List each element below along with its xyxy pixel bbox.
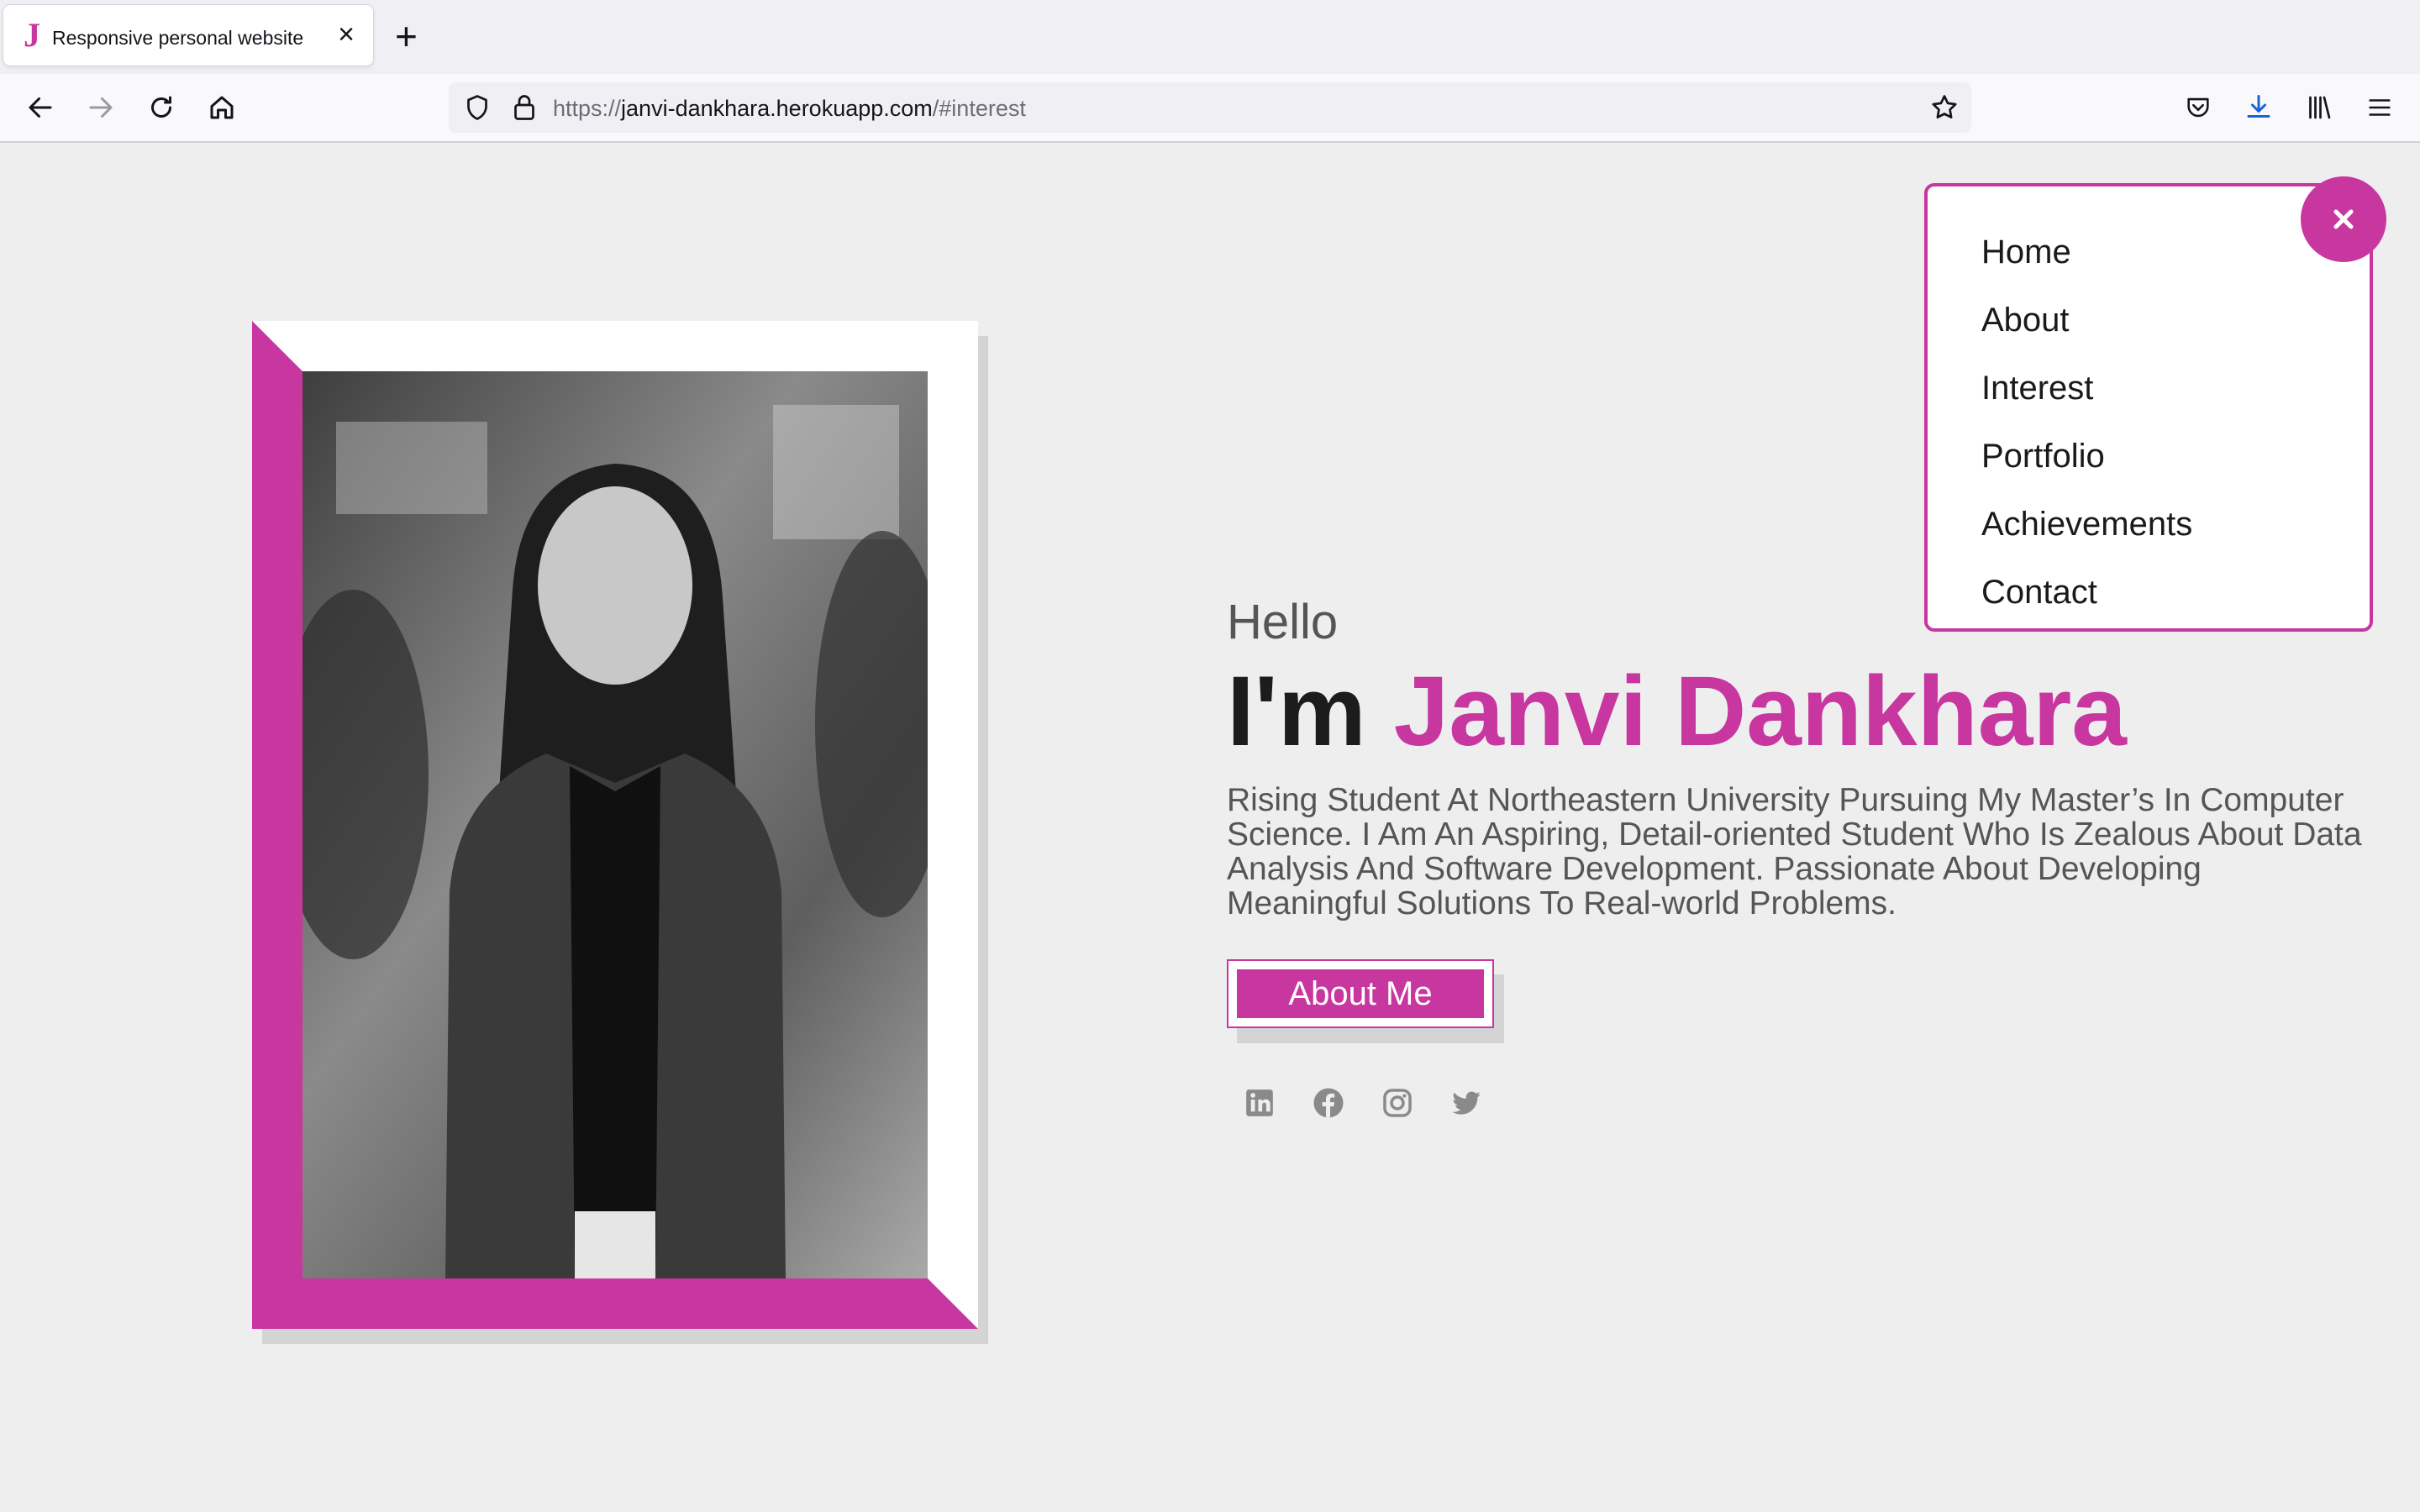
- portrait-frame: [252, 321, 978, 1329]
- hero-section: Hello I'm Janvi Dankhara Rising Student …: [1227, 593, 2370, 1118]
- downloads-icon[interactable]: [2240, 89, 2277, 126]
- tab-title: Responsive personal website: [52, 27, 304, 49]
- url-text[interactable]: https://janvi-dankhara.herokuapp.com/#in…: [553, 96, 1026, 122]
- nav-menu-list: Home About Interest Portfolio Achievemen…: [1981, 218, 2192, 627]
- back-arrow-icon[interactable]: [22, 89, 59, 126]
- browser-tab[interactable]: J Responsive personal website ×: [3, 5, 373, 66]
- linkedin-icon[interactable]: [1242, 1085, 1277, 1121]
- address-bar[interactable]: https://janvi-dankhara.herokuapp.com/#in…: [449, 82, 1971, 133]
- page-title: I'm Janvi Dankhara: [1227, 657, 2370, 766]
- tab-close-icon[interactable]: ×: [338, 20, 355, 49]
- about-me-button-wrap: About Me: [1227, 959, 1504, 1043]
- twitter-icon[interactable]: [1449, 1085, 1484, 1121]
- menu-close-button[interactable]: [2301, 176, 2386, 262]
- facebook-icon[interactable]: [1311, 1085, 1346, 1121]
- reload-icon[interactable]: [143, 89, 180, 126]
- hamburger-menu-icon[interactable]: [2361, 89, 2398, 126]
- nav-item-home[interactable]: Home: [1981, 218, 2192, 286]
- nav-item-portfolio[interactable]: Portfolio: [1981, 423, 2192, 491]
- nav-item-interest[interactable]: Interest: [1981, 354, 2192, 423]
- about-me-button[interactable]: About Me: [1237, 969, 1484, 1018]
- forward-arrow-icon[interactable]: [82, 89, 119, 126]
- bio-text: Rising Student At Northeastern Universit…: [1227, 782, 2362, 921]
- tracking-shield-icon[interactable]: [462, 92, 492, 127]
- instagram-icon[interactable]: [1380, 1085, 1415, 1121]
- intro-text: I'm: [1227, 656, 1394, 767]
- person-silhouette: [302, 371, 928, 1278]
- social-links: [1242, 1085, 1484, 1121]
- nav-item-achievements[interactable]: Achievements: [1981, 491, 2192, 559]
- lock-icon[interactable]: [509, 91, 539, 129]
- new-tab-plus-icon[interactable]: +: [395, 15, 418, 57]
- pocket-icon[interactable]: [2180, 89, 2217, 126]
- name-text: Janvi Dankhara: [1393, 656, 2127, 767]
- nav-menu: Home About Interest Portfolio Achievemen…: [1924, 183, 2373, 632]
- site-favicon-icon: J: [24, 16, 40, 54]
- browser-toolbar: https://janvi-dankhara.herokuapp.com/#in…: [0, 74, 2420, 143]
- home-icon[interactable]: [203, 89, 240, 126]
- close-icon: [2333, 209, 2354, 229]
- profile-photo: [302, 371, 928, 1278]
- library-icon[interactable]: [2301, 89, 2338, 126]
- nav-item-about[interactable]: About: [1981, 286, 2192, 354]
- bookmark-star-icon[interactable]: [1929, 92, 1960, 127]
- browser-tab-strip: J Responsive personal website × +: [0, 0, 2420, 74]
- nav-item-contact[interactable]: Contact: [1981, 559, 2192, 627]
- portrait-card: [252, 321, 988, 1344]
- button-frame: About Me: [1227, 959, 1494, 1028]
